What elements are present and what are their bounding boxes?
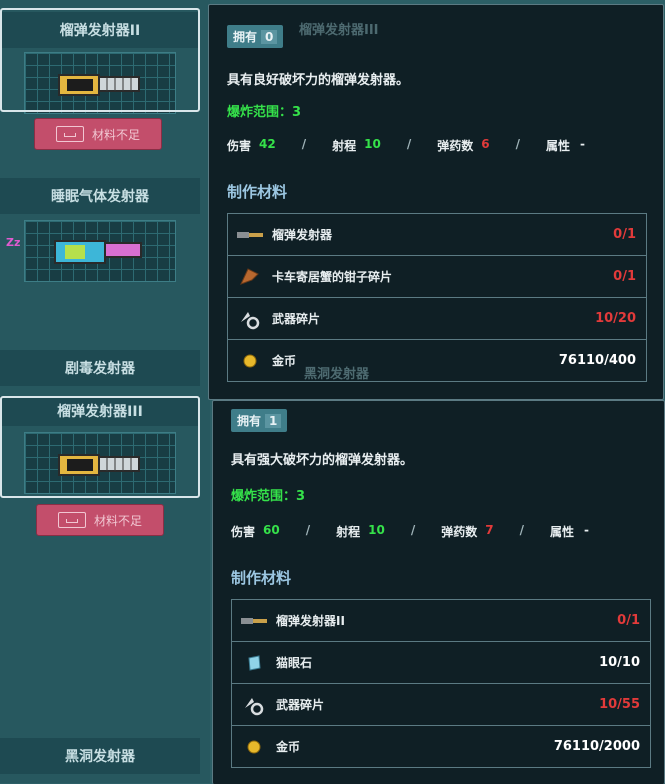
materials-table: 榴弹发射器 0/1 卡车寄居蟹的钳子碎片 0/1 武器碎片 10/20 金币 7… xyxy=(227,213,647,382)
background-weapon-title: 榴弹发射器III xyxy=(299,23,379,38)
material-qty: 76110/400 xyxy=(558,353,636,368)
weapon-card-poison-launcher[interactable]: 剧毒发射器 xyxy=(0,350,200,400)
owned-count: 1 xyxy=(265,414,282,428)
stat-separator: / xyxy=(301,137,307,151)
stat-separator: / xyxy=(515,137,520,151)
damage-value: 60 xyxy=(263,523,280,537)
weapon-shard-icon xyxy=(228,298,272,339)
gold-coin-icon xyxy=(228,340,272,381)
range-label: 射程 xyxy=(332,139,357,153)
weapon-stats: 伤害 60 / 射程 10 / 弹药数 7 / 属性 - xyxy=(231,523,589,540)
selected-outline xyxy=(0,396,200,498)
space-key-icon xyxy=(57,512,86,528)
material-name: 金币 xyxy=(276,740,301,754)
space-key-icon xyxy=(55,126,84,142)
material-name: 武器碎片 xyxy=(276,698,325,712)
insufficient-label: 材料不足 xyxy=(93,513,142,528)
weapon-card-black-hole-launcher[interactable]: 黑洞发射器 xyxy=(0,738,200,783)
owned-label: 拥有 xyxy=(233,30,258,44)
weapon-description: 具有强大破坏力的榴弹发射器。 xyxy=(231,453,414,468)
weapon-detail-panel-top: 榴弹发射器III 黑洞发射器 拥有 0 具有良好破坏力的榴弹发射器。 爆炸范围：3… xyxy=(208,4,664,400)
material-name: 猫眼石 xyxy=(276,656,313,670)
owned-badge: 拥有 0 xyxy=(227,25,284,48)
weapon-stats: 伤害 42 / 射程 10 / 弹药数 6 / 属性 - xyxy=(227,137,585,154)
stat-separator: / xyxy=(519,523,524,537)
material-name: 榴弹发射器II xyxy=(276,614,345,628)
damage-label: 伤害 xyxy=(227,139,252,153)
weapon-description: 具有良好破坏力的榴弹发射器。 xyxy=(227,73,410,88)
materials-title: 制作材料 xyxy=(231,569,292,587)
blast-range: 爆炸范围：3 xyxy=(231,489,306,504)
insufficient-materials-button[interactable]: 材料不足 xyxy=(36,504,164,536)
stat-separator: / xyxy=(406,137,412,151)
material-row: 金币 76110/400 xyxy=(228,339,646,381)
material-row: 金币 76110/2000 xyxy=(232,725,650,767)
material-name: 榴弹发射器 xyxy=(272,228,333,242)
material-row: 榴弹发射器II 0/1 xyxy=(232,600,650,641)
weapon-card-title: 剧毒发射器 xyxy=(0,350,200,386)
owned-count: 0 xyxy=(261,30,278,44)
sleep-gas-launcher-icon xyxy=(54,240,142,264)
stat-separator: / xyxy=(410,523,416,537)
material-qty: 10/10 xyxy=(599,655,640,670)
selected-outline xyxy=(0,8,200,112)
material-qty: 0/1 xyxy=(617,613,640,628)
insufficient-materials-button[interactable]: 材料不足 xyxy=(34,118,162,150)
ammo-value: 7 xyxy=(485,523,494,537)
crab-claw-icon xyxy=(228,256,272,297)
weapon-detail-panel-bottom: 拥有 1 具有强大破坏力的榴弹发射器。 爆炸范围：3 伤害 60 / 射程 10 … xyxy=(212,400,665,784)
insufficient-label: 材料不足 xyxy=(91,127,140,142)
grenade-launcher-icon xyxy=(232,600,276,641)
weapon-card-sleep-gas-launcher[interactable]: 睡眠气体发射器 xyxy=(0,178,200,288)
stat-separator: / xyxy=(305,523,311,537)
range-label: 射程 xyxy=(336,525,361,539)
ammo-label: 弹药数 xyxy=(441,525,478,539)
attribute-value: - xyxy=(580,137,585,151)
blast-range: 爆炸范围：3 xyxy=(227,105,302,120)
weapon-card-title: 黑洞发射器 xyxy=(0,738,200,774)
materials-table: 榴弹发射器II 0/1 猫眼石 10/10 武器碎片 10/55 金币 7611… xyxy=(231,599,651,768)
attribute-value: - xyxy=(584,523,589,537)
material-row: 武器碎片 10/20 xyxy=(228,297,646,339)
material-name: 武器碎片 xyxy=(272,312,321,326)
material-row: 武器碎片 10/55 xyxy=(232,683,650,725)
weapon-card-title: 睡眠气体发射器 xyxy=(0,178,200,214)
material-qty: 76110/2000 xyxy=(553,739,640,754)
materials-title: 制作材料 xyxy=(227,183,288,201)
cats-eye-gem-icon xyxy=(232,642,276,683)
owned-label: 拥有 xyxy=(237,414,262,428)
material-qty: 10/55 xyxy=(599,697,640,712)
sleep-status-badge: Zz xyxy=(6,236,21,249)
owned-badge: 拥有 1 xyxy=(231,409,288,432)
damage-value: 42 xyxy=(259,137,276,151)
attribute-label: 属性 xyxy=(549,525,574,539)
material-name: 金币 xyxy=(272,354,297,368)
ammo-label: 弹药数 xyxy=(437,139,474,153)
material-row: 猫眼石 10/10 xyxy=(232,641,650,683)
range-value: 10 xyxy=(364,137,381,151)
material-qty: 10/20 xyxy=(595,311,636,326)
weapon-image xyxy=(24,220,176,282)
damage-label: 伤害 xyxy=(231,525,256,539)
weapon-shard-icon xyxy=(232,684,276,725)
material-row: 卡车寄居蟹的钳子碎片 0/1 xyxy=(228,255,646,297)
grenade-launcher-icon xyxy=(228,214,272,255)
ammo-value: 6 xyxy=(481,137,490,151)
gold-coin-icon xyxy=(232,726,276,767)
attribute-label: 属性 xyxy=(545,139,570,153)
material-name: 卡车寄居蟹的钳子碎片 xyxy=(272,270,393,284)
range-value: 10 xyxy=(368,523,385,537)
material-qty: 0/1 xyxy=(613,269,636,284)
material-qty: 0/1 xyxy=(613,227,636,242)
material-row: 榴弹发射器 0/1 xyxy=(228,214,646,255)
